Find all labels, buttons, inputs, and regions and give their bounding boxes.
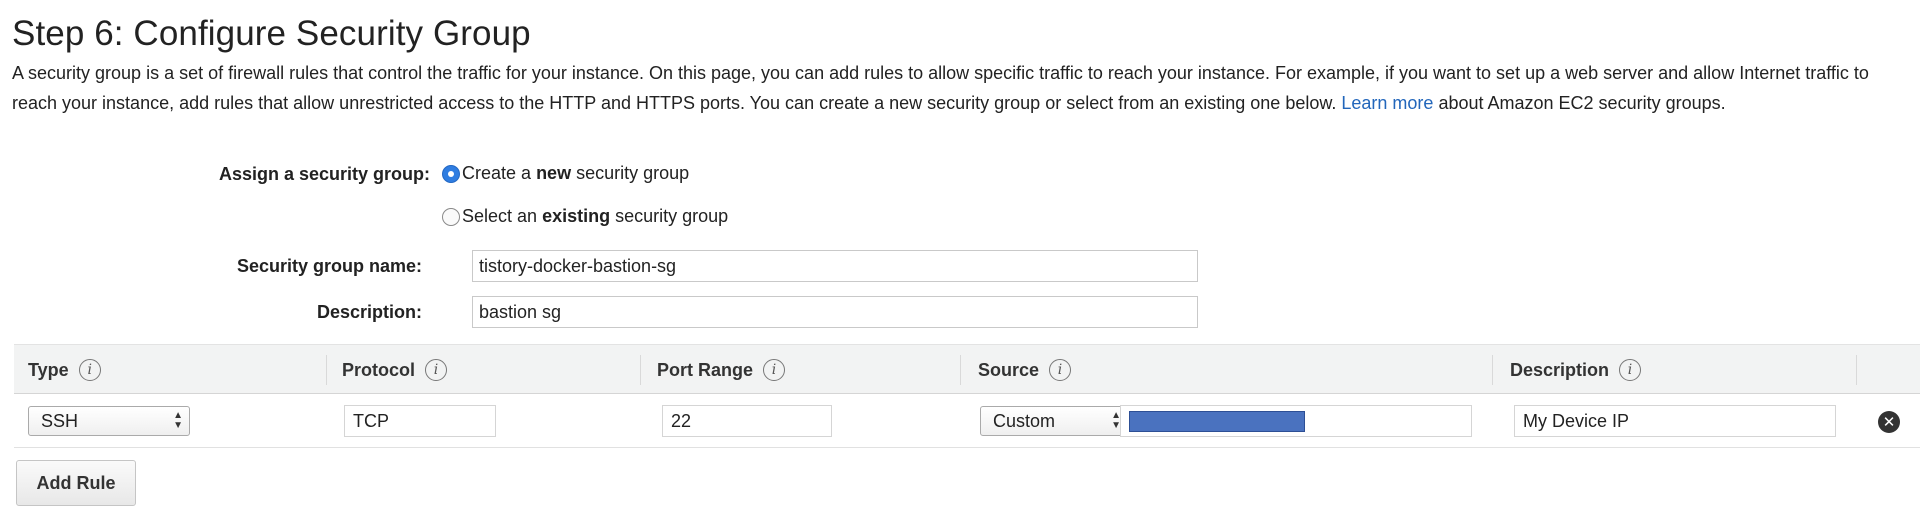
learn-more-link[interactable]: Learn more bbox=[1341, 93, 1433, 113]
column-header-description: Description i bbox=[1510, 345, 1642, 395]
redacted-ip-block bbox=[1129, 411, 1305, 432]
info-icon[interactable]: i bbox=[425, 359, 448, 381]
description-label: Description: bbox=[316, 302, 422, 322]
column-header-type: Type i bbox=[28, 345, 101, 395]
info-icon[interactable]: i bbox=[1049, 359, 1072, 381]
column-header-description-label: Description bbox=[1510, 359, 1610, 380]
assign-security-group-label: Assign a security group: bbox=[218, 164, 430, 184]
column-header-source: Source i bbox=[978, 345, 1072, 395]
rule-description-input[interactable]: My Device IP bbox=[1514, 405, 1836, 437]
source-cidr-input[interactable] bbox=[1120, 405, 1472, 437]
radio-create-new-suffix: security group bbox=[576, 163, 690, 183]
radio-unchecked-icon[interactable] bbox=[442, 207, 460, 226]
column-divider bbox=[960, 355, 961, 385]
port-range-field: 22 bbox=[662, 405, 832, 437]
radio-select-existing[interactable]: Select an existing security group bbox=[442, 206, 728, 227]
column-divider bbox=[1856, 355, 1857, 385]
column-divider bbox=[1492, 355, 1493, 385]
description-input[interactable] bbox=[472, 296, 1198, 328]
add-rule-button[interactable]: Add Rule bbox=[16, 460, 136, 506]
type-select-value: SSH bbox=[41, 410, 79, 431]
radio-checked-icon[interactable] bbox=[442, 164, 460, 183]
select-arrows-icon: ▲ ▼ bbox=[173, 410, 183, 431]
configure-security-group-page: Step 6: Configure Security Group A secur… bbox=[0, 0, 1920, 512]
radio-create-new-bold: new bbox=[536, 163, 572, 183]
radio-create-new-prefix: Create a bbox=[462, 163, 532, 183]
radio-select-existing-bold: existing bbox=[542, 206, 611, 226]
intro-tail: about Amazon EC2 security groups. bbox=[1438, 93, 1726, 113]
protocol-field: TCP bbox=[344, 405, 496, 437]
radio-select-existing-suffix: security group bbox=[615, 206, 729, 226]
column-divider bbox=[640, 355, 641, 385]
remove-rule-icon[interactable]: ✕ bbox=[1878, 411, 1900, 433]
column-header-protocol-label: Protocol bbox=[342, 359, 416, 380]
info-icon[interactable]: i bbox=[1619, 359, 1642, 381]
rules-table-header: Type i Protocol i Port Range i Source i … bbox=[14, 344, 1920, 394]
radio-create-new[interactable]: Create a new security group bbox=[442, 163, 689, 184]
page-title: Step 6: Configure Security Group bbox=[12, 14, 531, 53]
source-mode-select[interactable]: Custom ▲ ▼ bbox=[980, 406, 1128, 436]
type-select[interactable]: SSH ▲ ▼ bbox=[28, 406, 190, 436]
security-group-name-input[interactable] bbox=[472, 250, 1198, 282]
column-header-port-range-label: Port Range bbox=[657, 359, 754, 380]
column-header-port-range: Port Range i bbox=[657, 345, 786, 395]
info-icon[interactable]: i bbox=[763, 359, 786, 381]
info-icon[interactable]: i bbox=[78, 359, 101, 381]
column-divider bbox=[326, 355, 327, 385]
column-header-protocol: Protocol i bbox=[342, 345, 448, 395]
source-mode-select-value: Custom bbox=[993, 410, 1056, 431]
column-header-type-label: Type bbox=[28, 359, 69, 380]
column-header-source-label: Source bbox=[978, 359, 1040, 380]
table-row: SSH ▲ ▼ TCP 22 Custom ▲ ▼ My Device IP ✕ bbox=[14, 394, 1920, 448]
radio-select-existing-prefix: Select an bbox=[462, 206, 538, 226]
security-group-name-label: Security group name: bbox=[236, 256, 422, 276]
intro-text: A security group is a set of firewall ru… bbox=[12, 58, 1908, 118]
